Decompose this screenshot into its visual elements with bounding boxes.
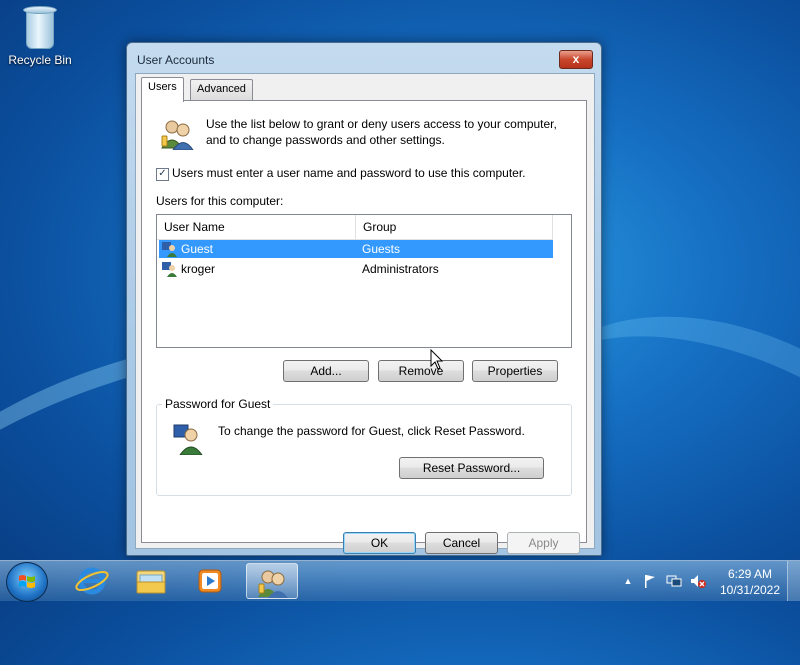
network-icon[interactable] xyxy=(666,573,682,589)
media-player-icon xyxy=(198,569,222,593)
dialog-client-area: Users Advanced Use the list below to gra… xyxy=(135,73,595,549)
properties-button[interactable]: Properties xyxy=(472,360,558,382)
show-desktop-button[interactable] xyxy=(787,561,800,601)
close-button[interactable]: x xyxy=(559,50,593,69)
tab-users[interactable]: Users xyxy=(141,77,184,102)
start-button[interactable] xyxy=(6,562,48,602)
users-list[interactable]: User Name Group Guest Guests kroger Admi… xyxy=(156,214,572,348)
show-hidden-icons-button[interactable]: ▲ xyxy=(620,573,636,589)
desktop-icon-recycle-bin[interactable]: Recycle Bin xyxy=(4,6,76,67)
action-center-flag-icon[interactable] xyxy=(642,573,658,589)
list-header: User Name Group xyxy=(157,215,553,240)
user-name-cell: kroger xyxy=(181,262,216,276)
internet-explorer-icon xyxy=(75,567,109,595)
volume-muted-icon[interactable] xyxy=(690,573,706,589)
title-bar[interactable]: User Accounts x xyxy=(127,43,601,73)
cancel-button[interactable]: Cancel xyxy=(425,532,498,554)
column-header-group[interactable]: Group xyxy=(356,215,553,239)
close-icon: x xyxy=(572,52,580,66)
password-group-title: Password for Guest xyxy=(162,397,274,411)
require-password-label[interactable]: Users must enter a user name and passwor… xyxy=(172,166,526,180)
taskbar: ▲ 6:29 AM 10/31/2022 xyxy=(0,560,800,602)
recycle-bin-icon xyxy=(23,6,57,50)
users-icon xyxy=(161,120,194,150)
user-icon xyxy=(162,242,177,257)
add-button[interactable]: Add... xyxy=(283,360,369,382)
user-icon xyxy=(162,262,177,277)
tab-advanced[interactable]: Advanced xyxy=(190,79,253,100)
table-row[interactable]: Guest Guests xyxy=(159,240,553,258)
password-instructions: To change the password for Guest, click … xyxy=(218,424,525,438)
require-password-checkbox[interactable]: ✓ xyxy=(156,168,169,181)
intro-text: Use the list below to grant or deny user… xyxy=(206,117,557,147)
users-tab-panel: Use the list below to grant or deny user… xyxy=(141,100,587,543)
group-cell: Guests xyxy=(362,242,401,256)
apply-button[interactable]: Apply xyxy=(507,532,580,554)
windows-logo-icon xyxy=(19,575,35,588)
mouse-cursor-icon xyxy=(430,349,444,370)
password-groupbox xyxy=(156,404,572,496)
window-title: User Accounts xyxy=(137,53,215,67)
ok-button[interactable]: OK xyxy=(343,532,416,554)
taskbar-user-accounts[interactable] xyxy=(246,563,298,599)
table-row[interactable]: kroger Administrators xyxy=(159,260,553,278)
folder-icon xyxy=(136,570,166,594)
user-accounts-icon xyxy=(258,570,288,598)
group-cell: Administrators xyxy=(362,262,439,276)
taskbar-internet-explorer[interactable] xyxy=(66,563,118,599)
guest-user-icon xyxy=(173,424,203,455)
desktop-icon-label: Recycle Bin xyxy=(8,53,72,67)
clock-time: 6:29 AM xyxy=(727,567,773,581)
taskbar-windows-explorer[interactable] xyxy=(125,563,177,599)
user-accounts-window: User Accounts x Users Advanced Use the l… xyxy=(126,42,602,556)
column-header-user-name[interactable]: User Name xyxy=(157,215,356,239)
clock-date: 10/31/2022 xyxy=(719,583,781,597)
remove-button[interactable]: Remove xyxy=(378,360,464,382)
user-name-cell: Guest xyxy=(181,242,214,256)
users-list-label: Users for this computer: xyxy=(156,194,284,208)
taskbar-media-player[interactable] xyxy=(185,563,237,599)
reset-password-button[interactable]: Reset Password... xyxy=(399,457,544,479)
system-clock[interactable]: 6:29 AM 10/31/2022 xyxy=(718,566,782,598)
